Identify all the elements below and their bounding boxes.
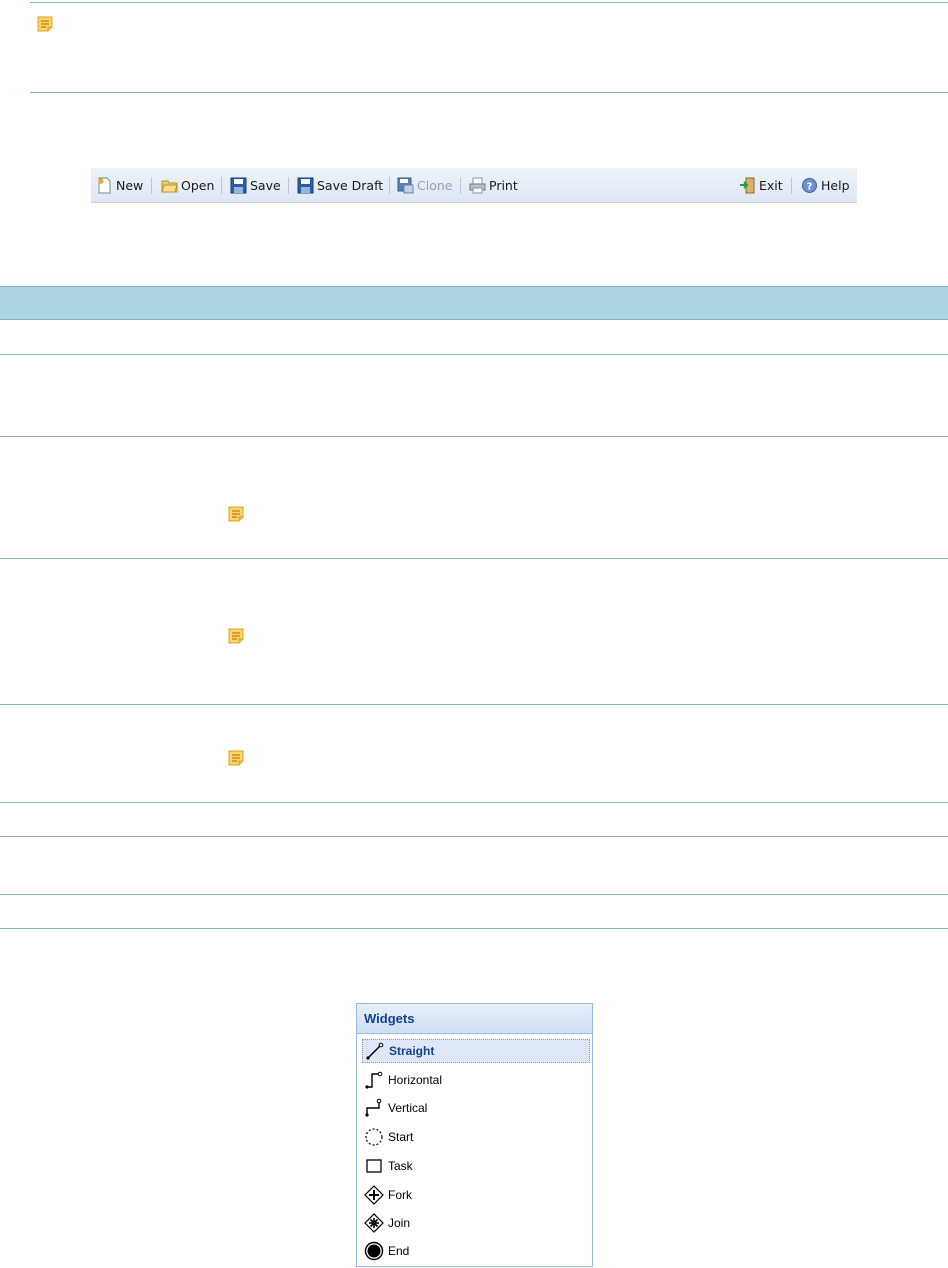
note-icon <box>37 16 53 32</box>
help-button-label: Help <box>821 177 850 193</box>
note-icon <box>228 750 244 766</box>
print-button[interactable]: Print <box>469 168 518 202</box>
widgets-panel-title: Widgets <box>357 1004 592 1034</box>
widget-task[interactable]: Task <box>362 1154 590 1178</box>
dashed-circle-icon <box>365 1128 383 1146</box>
widget-label: End <box>388 1244 410 1258</box>
table-row-divider <box>0 704 948 705</box>
table-row-divider <box>0 836 948 837</box>
open-button-label: Open <box>181 177 215 193</box>
widget-label: Task <box>388 1159 413 1173</box>
toolbar-separator <box>460 177 461 194</box>
toolbar-separator <box>151 177 152 194</box>
widget-label: Horizontal <box>388 1073 443 1087</box>
filled-circle-icon <box>364 1241 384 1261</box>
table-row-divider <box>0 894 948 895</box>
widget-vertical[interactable]: Vertical <box>362 1096 590 1120</box>
floppy-disk-icon <box>230 177 247 193</box>
vertical-connector-icon <box>365 1098 382 1117</box>
svg-text:?: ? <box>807 181 813 192</box>
table-row-divider <box>0 928 948 929</box>
open-button[interactable]: Open <box>161 168 214 202</box>
horizontal-connector-icon <box>365 1071 383 1089</box>
widget-label: Straight <box>389 1044 435 1058</box>
table-row-divider <box>0 354 948 355</box>
new-button-label: New <box>116 177 144 193</box>
table-row-divider <box>0 436 948 437</box>
toolbar-separator <box>288 177 289 194</box>
floppy-disk-icon <box>297 177 314 193</box>
widget-end[interactable]: End <box>362 1239 590 1263</box>
save-button-label: Save <box>250 177 281 193</box>
new-button[interactable]: New <box>96 168 143 202</box>
help-button[interactable]: ? Help <box>801 168 850 202</box>
open-folder-icon <box>161 180 178 192</box>
toolbar: New Open Save Save Draft Clone Print Exi… <box>91 168 857 203</box>
exit-door-icon <box>740 177 755 193</box>
widget-fork[interactable]: Fork <box>362 1183 590 1207</box>
exit-button-label: Exit <box>759 177 783 193</box>
note-icon <box>228 628 244 644</box>
clone-button[interactable]: Clone <box>397 168 452 202</box>
callout-top-rule <box>30 2 948 3</box>
straight-line-icon <box>366 1042 384 1060</box>
widget-straight[interactable]: Straight <box>362 1039 590 1063</box>
square-icon <box>366 1159 382 1173</box>
printer-icon <box>469 177 486 193</box>
widget-label: Join <box>388 1216 411 1230</box>
print-button-label: Print <box>489 177 518 193</box>
toolbar-separator <box>791 177 792 194</box>
widget-join[interactable]: Join <box>362 1211 590 1235</box>
widget-horizontal[interactable]: Horizontal <box>362 1068 590 1092</box>
join-diamond-icon <box>364 1213 384 1233</box>
callout-bottom-rule <box>30 92 948 93</box>
widgets-panel: Widgets Straight Horizontal Vertical Sta… <box>356 1003 593 1267</box>
table-header <box>0 286 948 320</box>
save-draft-button[interactable]: Save Draft <box>297 168 383 202</box>
save-button[interactable]: Save <box>230 168 281 202</box>
toolbar-separator <box>221 177 222 194</box>
widget-label: Start <box>388 1130 414 1144</box>
note-icon <box>228 506 244 522</box>
clone-disk-icon <box>397 177 414 193</box>
exit-button[interactable]: Exit <box>739 168 783 202</box>
fork-diamond-icon <box>364 1185 384 1205</box>
clone-button-label: Clone <box>417 177 453 193</box>
toolbar-separator <box>389 177 390 194</box>
widget-label: Vertical <box>388 1101 428 1115</box>
table-row-divider <box>0 802 948 803</box>
widget-start[interactable]: Start <box>362 1125 590 1149</box>
help-icon: ? <box>802 177 817 193</box>
save-draft-button-label: Save Draft <box>317 177 384 193</box>
table-row-divider <box>0 558 948 559</box>
new-document-icon <box>98 177 111 193</box>
widget-label: Fork <box>388 1188 412 1202</box>
